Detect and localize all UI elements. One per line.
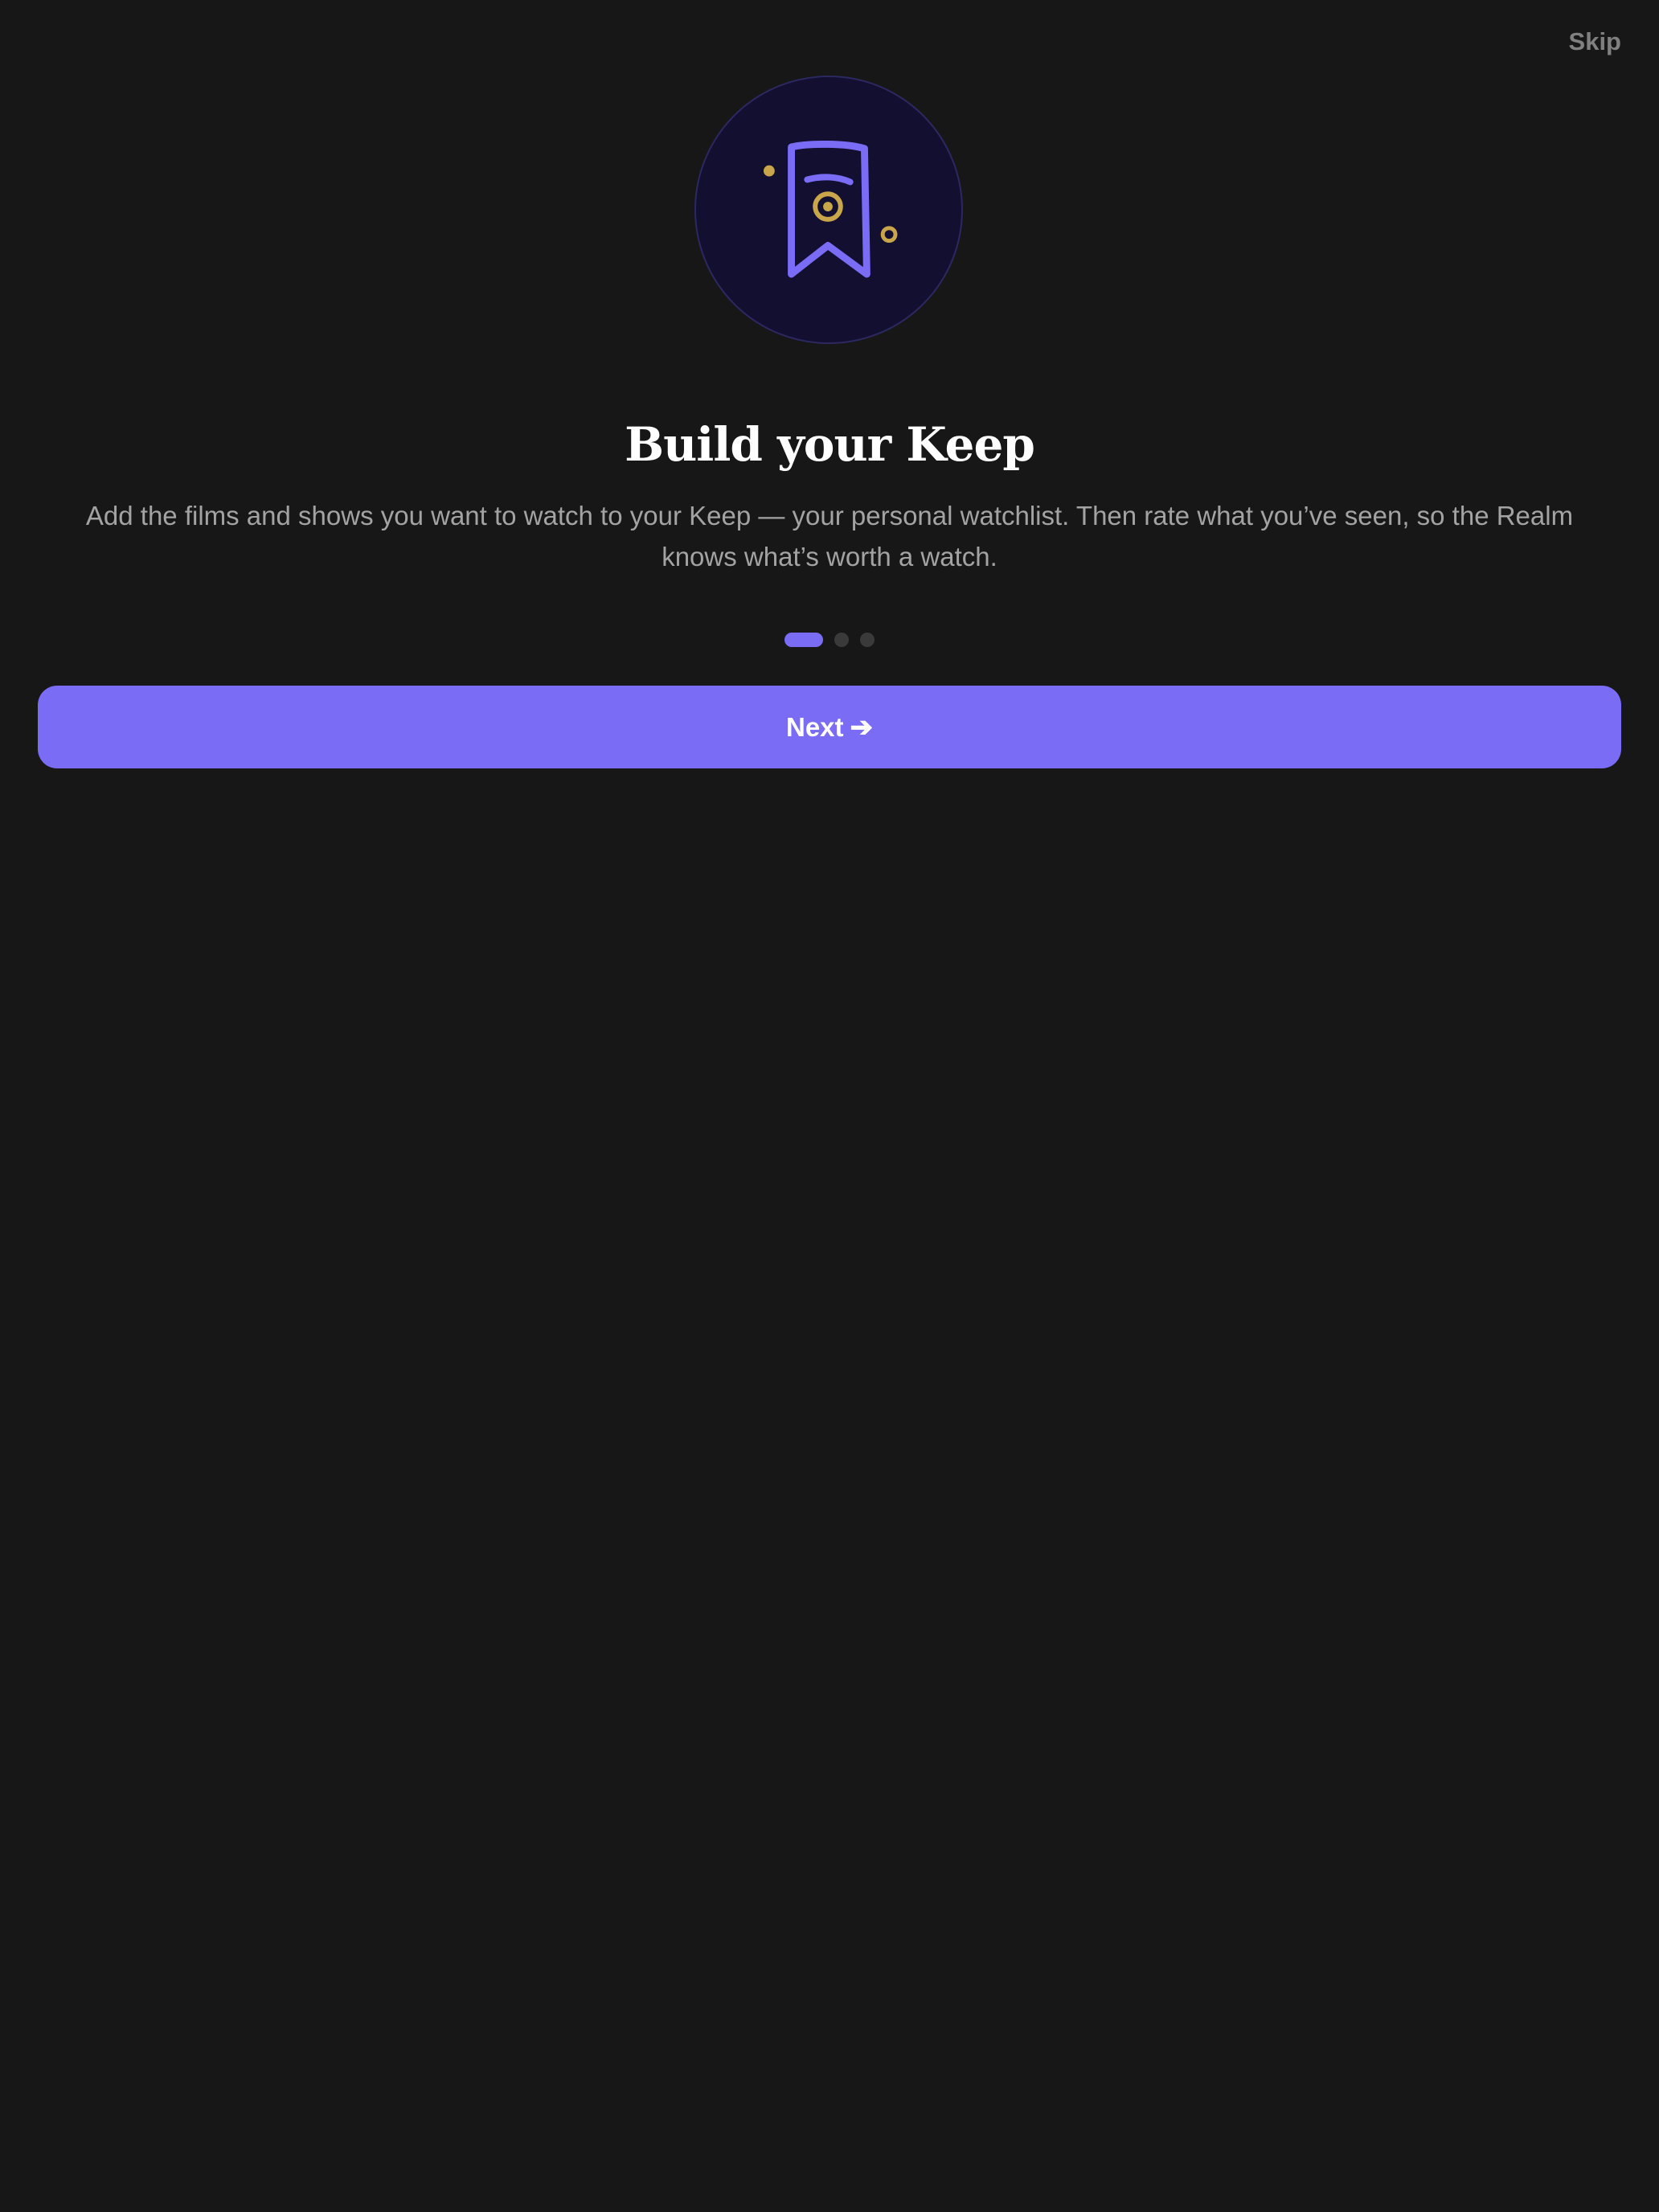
onboarding-description: Add the films and shows you want to watc…	[85, 501, 1574, 571]
page-title: Build your Keep	[625, 417, 1035, 472]
skip-button[interactable]: Skip	[1569, 24, 1621, 59]
arrow-right-icon: ➔	[850, 711, 874, 743]
hero-illustration	[694, 76, 963, 344]
next-button-label: Next	[785, 711, 844, 742]
next-button[interactable]: Next ➔	[38, 686, 1621, 768]
step-dot-3[interactable]	[860, 633, 875, 647]
bookmark-icon	[763, 141, 898, 278]
step-indicator	[784, 633, 875, 647]
step-dot-1[interactable]	[784, 633, 823, 647]
step-dot-2[interactable]	[834, 633, 849, 647]
